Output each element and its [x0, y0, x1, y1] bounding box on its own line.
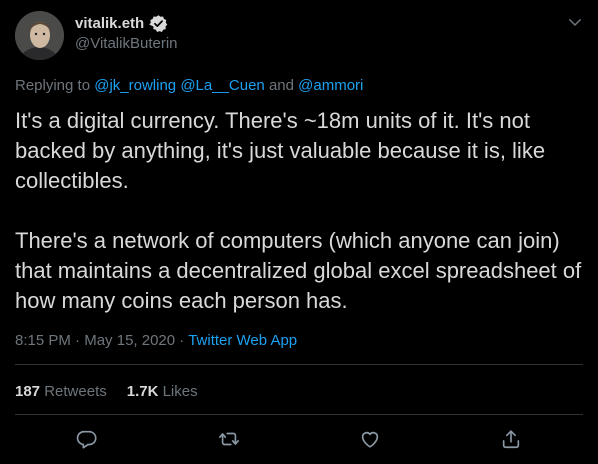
tweet-stats: 187 Retweets 1.7K Likes: [15, 383, 198, 400]
likes-label: Likes: [162, 383, 198, 400]
divider-top: [15, 364, 583, 365]
action-bar: [0, 428, 598, 452]
tweet-paragraph-2: There's a network of computers (which an…: [15, 228, 582, 313]
replying-to-line: Replying to @jk_rowling @La__Cuen and @a…: [15, 77, 363, 94]
replying-to-and: and: [264, 77, 299, 94]
tweet-source[interactable]: Twitter Web App: [188, 332, 297, 349]
share-icon[interactable]: [500, 428, 522, 450]
divider-bottom: [15, 414, 583, 415]
avatar[interactable]: [15, 11, 64, 60]
tweet-meta: 8:15 PM · May 15, 2020 · Twitter Web App: [15, 332, 297, 349]
likes-count: 1.7K: [126, 383, 159, 400]
mention-ammori[interactable]: @ammori: [298, 77, 363, 94]
tweet-paragraph-1: It's a digital currency. There's ~18m un…: [15, 108, 546, 193]
retweets-label: Retweets: [44, 383, 107, 400]
author-name-row: vitalik.eth: [75, 14, 168, 33]
tweet-time[interactable]: 8:15 PM: [15, 332, 71, 349]
meta-separator-1: ·: [70, 332, 85, 349]
author-handle[interactable]: @VitalikButerin: [75, 35, 178, 52]
author-display-name[interactable]: vitalik.eth: [75, 15, 144, 32]
likes-stat[interactable]: 1.7K Likes: [127, 383, 198, 400]
retweet-icon[interactable]: [218, 428, 240, 450]
verified-badge-icon: [149, 14, 168, 33]
mention-jk-rowling[interactable]: @jk_rowling: [94, 77, 176, 94]
retweets-stat[interactable]: 187 Retweets: [15, 383, 107, 400]
mention-la-cuen[interactable]: @La__Cuen: [180, 77, 264, 94]
tweet-text: It's a digital currency. There's ~18m un…: [15, 106, 585, 316]
replying-to-label: Replying to: [15, 77, 95, 94]
tweet-container: vitalik.eth @VitalikButerin Replying to …: [0, 0, 598, 464]
retweets-count: 187: [15, 383, 41, 400]
meta-separator-2: ·: [175, 332, 189, 349]
heart-icon[interactable]: [359, 428, 381, 450]
tweet-date[interactable]: May 15, 2020: [84, 332, 175, 349]
chevron-down-icon[interactable]: [566, 13, 584, 31]
reply-icon[interactable]: [76, 428, 98, 450]
